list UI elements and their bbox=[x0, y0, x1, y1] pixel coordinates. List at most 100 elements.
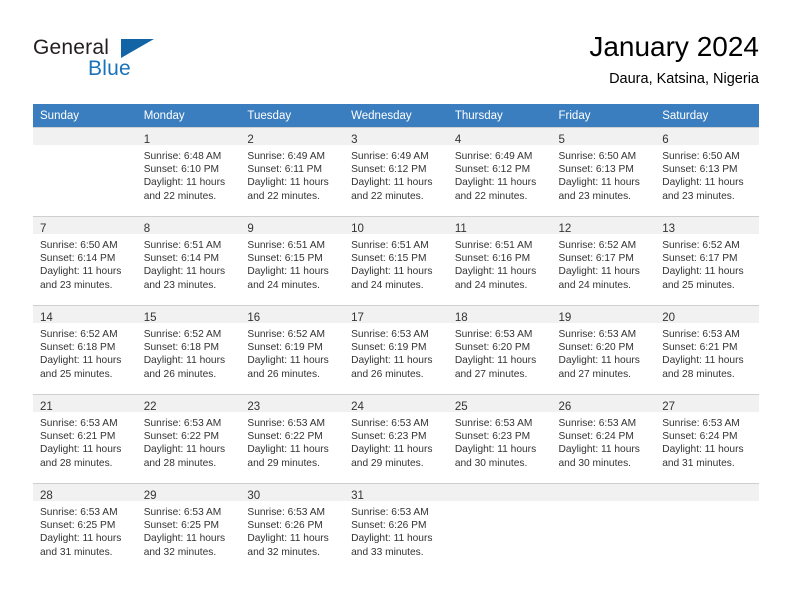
day-number-band: 15 bbox=[136, 306, 241, 324]
calendar-day-cell[interactable]: 17 Sunrise: 6:53 AM Sunset: 6:19 PM Dayligh… bbox=[344, 305, 448, 395]
day-detail-line: Sunset: 6:11 PM bbox=[247, 164, 322, 176]
day-detail-line: Daylight: 11 hours bbox=[247, 533, 329, 545]
calendar-day-cell[interactable]: 5 Sunrise: 6:50 AM Sunset: 6:13 PM Daylight… bbox=[551, 127, 656, 217]
day-number: 22 bbox=[143, 401, 157, 413]
calendar-day-cell[interactable]: 7 Sunrise: 6:50 AM Sunset: 6:14 PM Daylight… bbox=[33, 216, 137, 306]
calendar-day-cell[interactable]: 31 Sunrise: 6:53 AM Sunset: 6:26 PM Dayligh… bbox=[344, 483, 448, 572]
day-detail-line: Daylight: 11 hours bbox=[558, 177, 640, 189]
calendar-day-cell[interactable]: 2 Sunrise: 6:49 AM Sunset: 6:11 PM Daylight… bbox=[240, 127, 345, 217]
day-number: 16 bbox=[247, 312, 261, 324]
day-number-band: 16 bbox=[240, 306, 345, 324]
calendar-day-cell[interactable]: 10 Sunrise: 6:51 AM Sunset: 6:15 PM Dayligh… bbox=[344, 216, 448, 306]
calendar-day-cell[interactable]: 11 Sunrise: 6:51 AM Sunset: 6:16 PM Dayligh… bbox=[447, 216, 552, 306]
weekday-header-saturday: Saturday bbox=[655, 104, 759, 128]
calendar-day-cell[interactable]: 6 Sunrise: 6:50 AM Sunset: 6:13 PM Daylight… bbox=[655, 127, 759, 217]
calendar-day-cell[interactable]: 24 Sunrise: 6:53 AM Sunset: 6:23 PM Dayligh… bbox=[344, 394, 448, 484]
calendar-day-cell[interactable]: 25 Sunrise: 6:53 AM Sunset: 6:23 PM Dayligh… bbox=[447, 394, 552, 484]
day-detail-line: Sunset: 6:24 PM bbox=[662, 431, 738, 443]
day-number: 3 bbox=[351, 134, 358, 146]
day-detail-line: and 23 minutes. bbox=[662, 190, 735, 202]
day-number-band: 18 bbox=[447, 306, 552, 324]
weekday-header-tuesday: Tuesday bbox=[240, 104, 345, 128]
weekday-header-sunday: Sunday bbox=[33, 104, 137, 128]
day-number-band: 22 bbox=[136, 395, 241, 413]
calendar-day-cell[interactable]: 26 Sunrise: 6:53 AM Sunset: 6:24 PM Dayligh… bbox=[551, 394, 656, 484]
day-detail-line: Sunset: 6:22 PM bbox=[247, 431, 323, 443]
day-detail-line: Sunset: 6:23 PM bbox=[351, 431, 427, 443]
calendar-day-cell[interactable]: 21 Sunrise: 6:53 AM Sunset: 6:21 PM Dayligh… bbox=[33, 394, 137, 484]
day-detail-line: Sunset: 6:16 PM bbox=[454, 253, 531, 265]
day-detail-line: Sunrise: 6:51 AM bbox=[247, 240, 325, 251]
calendar-day-cell[interactable]: 15 Sunrise: 6:52 AM Sunset: 6:18 PM Dayligh… bbox=[136, 305, 241, 395]
day-detail-line: Sunset: 6:26 PM bbox=[351, 520, 427, 532]
day-detail-line: Sunset: 6:12 PM bbox=[454, 164, 531, 176]
day-detail-line: and 30 minutes. bbox=[558, 457, 632, 469]
calendar-day-cell[interactable]: 8 Sunrise: 6:51 AM Sunset: 6:14 PM Daylight… bbox=[136, 216, 241, 306]
day-detail-line: Daylight: 11 hours bbox=[454, 444, 537, 456]
day-detail-line: Sunrise: 6:52 AM bbox=[247, 329, 325, 340]
general-blue-logo[interactable]: General Blue bbox=[33, 36, 233, 84]
day-details: Sunrise: 6:51 AM Sunset: 6:14 PM Daylight:… bbox=[137, 234, 241, 292]
calendar-day-cell[interactable]: 1 Sunrise: 6:48 AM Sunset: 6:10 PM Daylight… bbox=[136, 127, 241, 217]
day-detail-line: Sunrise: 6:50 AM bbox=[40, 240, 118, 251]
calendar-day-cell[interactable]: 29 Sunrise: 6:53 AM Sunset: 6:25 PM Dayligh… bbox=[136, 483, 241, 572]
day-number: 30 bbox=[247, 490, 261, 502]
day-number-band: 31 bbox=[344, 484, 448, 502]
day-details: Sunrise: 6:48 AM Sunset: 6:10 PM Daylight:… bbox=[137, 145, 241, 203]
calendar-day-cell-empty bbox=[551, 483, 656, 572]
day-details: Sunrise: 6:53 AM Sunset: 6:25 PM Daylight:… bbox=[137, 501, 241, 559]
day-details: Sunrise: 6:53 AM Sunset: 6:21 PM Daylight:… bbox=[655, 323, 759, 381]
day-details: Sunrise: 6:52 AM Sunset: 6:19 PM Daylight:… bbox=[240, 323, 344, 381]
day-details: Sunrise: 6:53 AM Sunset: 6:23 PM Daylight:… bbox=[344, 412, 448, 470]
calendar-day-cell[interactable]: 4 Sunrise: 6:49 AM Sunset: 6:12 PM Daylight… bbox=[447, 127, 552, 217]
calendar-day-cell[interactable]: 18 Sunrise: 6:53 AM Sunset: 6:20 PM Dayligh… bbox=[447, 305, 552, 395]
day-details: Sunrise: 6:53 AM Sunset: 6:19 PM Daylight:… bbox=[344, 323, 448, 381]
day-detail-line: Sunrise: 6:49 AM bbox=[454, 151, 533, 162]
day-detail-line: Sunrise: 6:51 AM bbox=[351, 240, 429, 251]
location-subtitle: Daura, Katsina, Nigeria bbox=[609, 71, 759, 87]
day-detail-line: Sunset: 6:24 PM bbox=[558, 431, 634, 443]
calendar-day-cell-empty bbox=[447, 483, 552, 572]
day-number-band: 17 bbox=[344, 306, 448, 324]
day-number-band: 6 bbox=[655, 128, 759, 146]
day-detail-line: Sunset: 6:14 PM bbox=[40, 253, 116, 265]
calendar-day-cell[interactable]: 28 Sunrise: 6:53 AM Sunset: 6:25 PM Dayligh… bbox=[33, 483, 137, 572]
day-detail-line: and 26 minutes. bbox=[351, 368, 424, 380]
calendar-day-cell[interactable]: 19 Sunrise: 6:53 AM Sunset: 6:20 PM Dayligh… bbox=[551, 305, 656, 395]
calendar-day-cell[interactable]: 30 Sunrise: 6:53 AM Sunset: 6:26 PM Dayligh… bbox=[240, 483, 345, 572]
calendar-day-cell[interactable]: 27 Sunrise: 6:53 AM Sunset: 6:24 PM Dayligh… bbox=[655, 394, 759, 484]
day-detail-line: Sunrise: 6:53 AM bbox=[40, 418, 118, 429]
day-details: Sunrise: 6:52 AM Sunset: 6:18 PM Daylight:… bbox=[137, 323, 241, 381]
calendar-day-cell[interactable]: 12 Sunrise: 6:52 AM Sunset: 6:17 PM Dayligh… bbox=[551, 216, 656, 306]
day-detail-line: and 24 minutes. bbox=[351, 279, 424, 291]
day-detail-line: Daylight: 11 hours bbox=[558, 444, 640, 456]
day-detail-line: and 24 minutes. bbox=[454, 279, 528, 291]
day-detail-line: Sunset: 6:25 PM bbox=[40, 520, 116, 532]
day-number-band: 29 bbox=[136, 484, 241, 502]
day-number-band: 4 bbox=[447, 128, 552, 146]
day-detail-line: Daylight: 11 hours bbox=[143, 533, 226, 545]
day-detail-line: Daylight: 11 hours bbox=[454, 355, 537, 367]
day-detail-line: Daylight: 11 hours bbox=[143, 177, 226, 189]
day-details: Sunrise: 6:52 AM Sunset: 6:17 PM Daylight:… bbox=[655, 234, 759, 292]
calendar-day-cell[interactable]: 14 Sunrise: 6:52 AM Sunset: 6:18 PM Dayligh… bbox=[33, 305, 137, 395]
calendar-day-cell[interactable]: 20 Sunrise: 6:53 AM Sunset: 6:21 PM Dayligh… bbox=[655, 305, 759, 395]
day-number-band bbox=[33, 128, 137, 145]
day-details: Sunrise: 6:50 AM Sunset: 6:13 PM Daylight:… bbox=[552, 145, 656, 203]
day-detail-line: and 30 minutes. bbox=[454, 457, 528, 469]
calendar-day-cell[interactable]: 22 Sunrise: 6:53 AM Sunset: 6:22 PM Dayligh… bbox=[136, 394, 241, 484]
day-details bbox=[33, 145, 137, 150]
calendar-day-cell[interactable]: 13 Sunrise: 6:52 AM Sunset: 6:17 PM Dayligh… bbox=[655, 216, 759, 306]
day-detail-line: Sunrise: 6:53 AM bbox=[351, 507, 429, 518]
day-details: Sunrise: 6:53 AM Sunset: 6:20 PM Daylight:… bbox=[552, 323, 656, 381]
day-number-band: 25 bbox=[447, 395, 552, 413]
calendar-week-row: 14 Sunrise: 6:52 AM Sunset: 6:18 PM Dayligh… bbox=[33, 305, 759, 395]
day-detail-line: and 25 minutes. bbox=[662, 279, 735, 291]
day-number: 25 bbox=[454, 401, 468, 413]
calendar-day-cell[interactable]: 16 Sunrise: 6:52 AM Sunset: 6:19 PM Dayligh… bbox=[240, 305, 345, 395]
calendar-day-cell[interactable]: 9 Sunrise: 6:51 AM Sunset: 6:15 PM Daylight… bbox=[240, 216, 345, 306]
day-detail-line: Sunrise: 6:53 AM bbox=[143, 418, 222, 429]
calendar-day-cell[interactable]: 23 Sunrise: 6:53 AM Sunset: 6:22 PM Dayligh… bbox=[240, 394, 345, 484]
page-header: General Blue January 2024 Daura, Katsina… bbox=[0, 0, 792, 100]
calendar-day-cell[interactable]: 3 Sunrise: 6:49 AM Sunset: 6:12 PM Daylight… bbox=[344, 127, 448, 217]
